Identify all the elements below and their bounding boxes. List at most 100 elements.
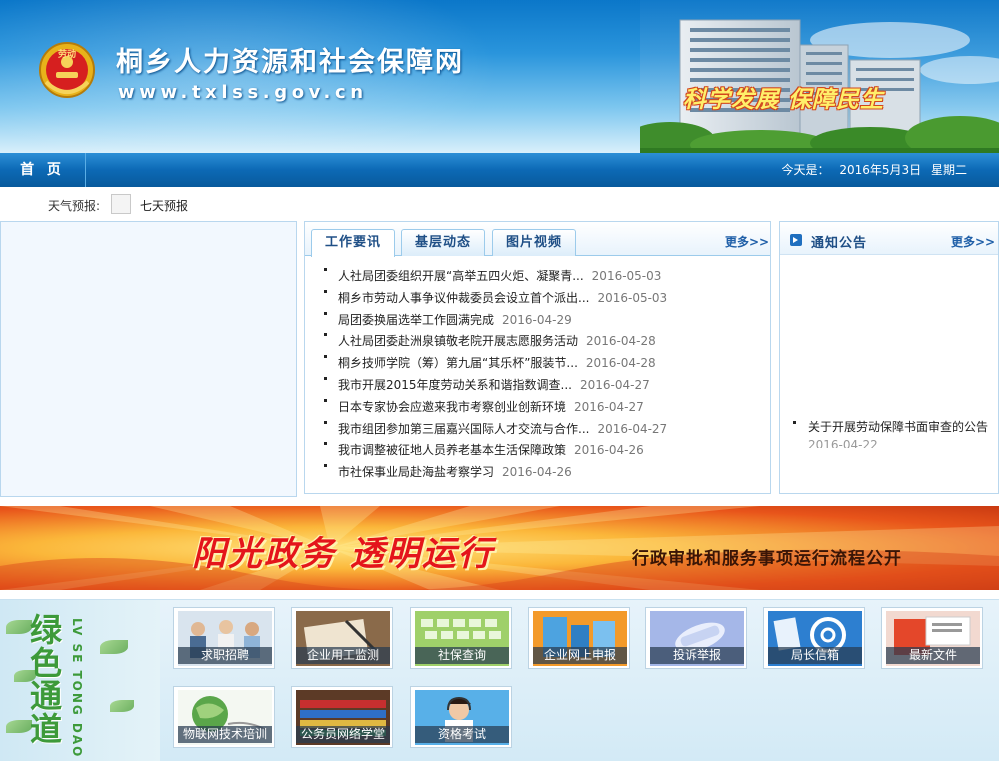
site-title: 桐乡人力资源和社会保障网 <box>116 47 464 78</box>
service-tile-label: 投诉举报 <box>650 647 744 664</box>
news-item-title: 日本专家协会应邀来我市考察创业创新环境 <box>338 399 567 414</box>
leaf-icon <box>6 620 32 634</box>
news-item[interactable]: 人社局团委组织开展“高举五四火炬、凝聚青... 2016-05-03 <box>321 266 761 288</box>
bullet-icon <box>324 376 327 380</box>
weather-icon <box>111 194 131 214</box>
site-url: www.txlss.gov.cn <box>118 82 368 103</box>
news-item-title: 市社保事业局赴海盐考察学习 <box>338 465 495 480</box>
bullet-icon <box>324 398 327 402</box>
notice-header: 通知公告 更多>> <box>780 222 998 255</box>
news-item-date: 2016-04-29 <box>502 312 572 327</box>
bullet-icon <box>324 268 327 271</box>
bullet-icon <box>324 311 327 315</box>
nav-home-link[interactable]: 首 页 <box>0 153 86 187</box>
service-tile-label: 局长信箱 <box>768 647 862 664</box>
service-tile-label: 公务员网络学堂 <box>296 726 390 743</box>
service-tile-label: 资格考试 <box>415 726 509 743</box>
news-item-title: 我市组团参加第三届嘉兴国际人才交流与合作... <box>338 421 590 436</box>
pinyin-text: LV SE TONG DAO <box>70 618 84 756</box>
news-item[interactable]: 我市组团参加第三届嘉兴国际人才交流与合作... 2016-04-27 <box>321 419 761 441</box>
bullet-icon <box>324 355 327 359</box>
tab-grassroots-news[interactable]: 基层动态 <box>401 229 485 256</box>
news-item-date: 2016-04-28 <box>585 356 656 371</box>
news-tabs-bar: 工作要讯 基层动态 图片视频 更多>> <box>305 222 770 257</box>
notice-item[interactable]: 关于开展劳动保障书面审查的公告 2016-04-22 <box>792 418 990 448</box>
header-slogan: 科学发展 保障民生 <box>683 87 885 113</box>
bullet-icon <box>324 333 327 337</box>
notice-item-title: 关于开展劳动保障书面审查的公告 <box>808 420 989 434</box>
notice-item-date: 2016-04-22 <box>808 438 878 448</box>
featured-image-panel <box>0 221 297 497</box>
service-tile[interactable]: 求职招聘 <box>173 607 275 669</box>
news-item[interactable]: 桐乡市劳动人事争议仲裁委员会设立首个派出... 2016-05-03 <box>321 288 761 310</box>
news-item-title: 桐乡技师学院（筹）第九届“其乐杯”服装节... <box>338 356 578 371</box>
news-item-title: 我市开展2015年度劳动关系和谐指数调查... <box>338 377 572 392</box>
news-item-date: 2016-04-26 <box>574 443 644 458</box>
date-value: 2016年5月3日 <box>839 163 922 177</box>
government-building-image <box>640 0 999 153</box>
weekday: 星期二 <box>930 163 967 177</box>
labor-emblem-icon: 劳动 <box>39 42 95 98</box>
news-item-date: 2016-04-27 <box>597 421 668 436</box>
news-item[interactable]: 市社保事业局赴海盐考察学习 2016-04-26 <box>321 462 761 484</box>
news-item[interactable]: 局团委换届选举工作圆满完成 2016-04-29 <box>321 310 761 332</box>
notice-title: 通知公告 <box>811 236 868 251</box>
service-tile-label: 企业用工监测 <box>296 647 390 664</box>
service-tile[interactable]: 公务员网络学堂 <box>291 686 393 748</box>
service-tile[interactable]: 企业网上申报 <box>528 607 630 669</box>
service-tile[interactable]: 局长信箱 <box>763 607 865 669</box>
current-date: 今天是： 2016年5月3日 星期二 <box>776 153 968 187</box>
news-item[interactable]: 日本专家协会应邀来我市考察创业创新环境 2016-04-27 <box>321 397 761 419</box>
news-item-date: 2016-04-27 <box>574 399 644 414</box>
notice-panel: 通知公告 更多>> 关于开展劳动保障书面审查的公告 2016-04-22 <box>779 221 999 494</box>
news-item[interactable]: 人社局团委赴洲泉镇敬老院开展志愿服务活动 2016-04-28 <box>321 331 761 353</box>
tab-work-news[interactable]: 工作要讯 <box>311 229 395 257</box>
service-tile[interactable]: 社保查询 <box>410 607 512 669</box>
bullet-icon <box>324 289 327 293</box>
transparency-banner[interactable]: 阳光政务 透明运行 行政审批和服务事项运行流程公开 <box>0 506 999 590</box>
service-tile-label: 企业网上申报 <box>533 647 627 664</box>
news-item-title: 人社局团委组织开展“高举五四火炬、凝聚青... <box>338 269 584 283</box>
service-tile[interactable]: 物联网技术培训 <box>173 686 275 748</box>
service-tile[interactable]: 投诉举报 <box>645 607 747 669</box>
news-item-date: 2016-04-28 <box>586 334 656 349</box>
news-item-date: 2016-04-26 <box>502 465 572 480</box>
news-more-link[interactable]: 更多>> <box>725 233 769 250</box>
news-item-date: 2016-05-03 <box>591 269 662 283</box>
news-item[interactable]: 桐乡技师学院（筹）第九届“其乐杯”服装节... 2016-04-28 <box>321 353 761 375</box>
news-panel: 工作要讯 基层动态 图片视频 更多>> 人社局团委组织开展“高举五四火炬、凝聚青… <box>304 221 771 494</box>
notice-more-link[interactable]: 更多>> <box>951 233 995 250</box>
news-item-title: 我市调整被征地人员养老基本生活保障政策 <box>338 443 567 458</box>
news-item-title: 局团委换届选举工作圆满完成 <box>338 312 495 327</box>
green-channel-side: 绿色通道 LV SE TONG DAO <box>0 600 160 761</box>
weather-label: 天气预报: <box>48 199 101 213</box>
leaf-icon <box>110 700 134 712</box>
tab-photo-video[interactable]: 图片视频 <box>492 229 576 256</box>
green-channel-section: 绿色通道 LV SE TONG DAO 求职招聘 企业用工监测 社保查询 企业网上申报… <box>0 599 999 761</box>
weather-row: 天气预报: 七天预报 <box>0 187 999 219</box>
service-tile[interactable]: 企业用工监测 <box>291 607 393 669</box>
news-item-date: 2016-04-27 <box>579 377 650 392</box>
service-tile[interactable]: 资格考试 <box>410 686 512 748</box>
service-tile[interactable]: 最新文件 <box>881 607 983 669</box>
green-channel-title: 绿色通道 <box>30 611 63 748</box>
arrow-right-icon <box>790 234 802 246</box>
service-tile-label: 社保查询 <box>415 647 509 664</box>
leaf-icon <box>6 720 32 733</box>
service-tile-label: 最新文件 <box>886 647 980 664</box>
date-prefix: 今天是： <box>781 163 830 177</box>
bullet-icon <box>324 442 327 446</box>
leaf-icon <box>100 640 128 654</box>
banner-subtitle: 行政审批和服务事项运行流程公开 <box>632 549 902 569</box>
news-item[interactable]: 我市调整被征地人员养老基本生活保障政策 2016-04-26 <box>321 440 761 462</box>
news-list: 人社局团委组织开展“高举五四火炬、凝聚青... 2016-05-03 桐乡市劳动人事… <box>321 266 761 484</box>
news-item[interactable]: 我市开展2015年度劳动关系和谐指数调查... 2016-04-27 <box>321 375 761 397</box>
seven-day-forecast-link[interactable]: 七天预报 <box>140 197 188 214</box>
bullet-icon <box>324 420 327 424</box>
service-tile-label: 求职招聘 <box>178 647 272 664</box>
bullet-icon <box>793 421 796 424</box>
site-header: 劳动 桐乡人力资源和社会保障网 www.txlss.gov.cn 科学发展 保障… <box>0 0 999 153</box>
green-channel-pinyin: LV SE TONG DAO <box>70 618 84 756</box>
main-nav-bar: 首 页 今天是： 2016年5月3日 星期二 <box>0 153 999 187</box>
news-item-title: 桐乡市劳动人事争议仲裁委员会设立首个派出... <box>338 290 590 305</box>
